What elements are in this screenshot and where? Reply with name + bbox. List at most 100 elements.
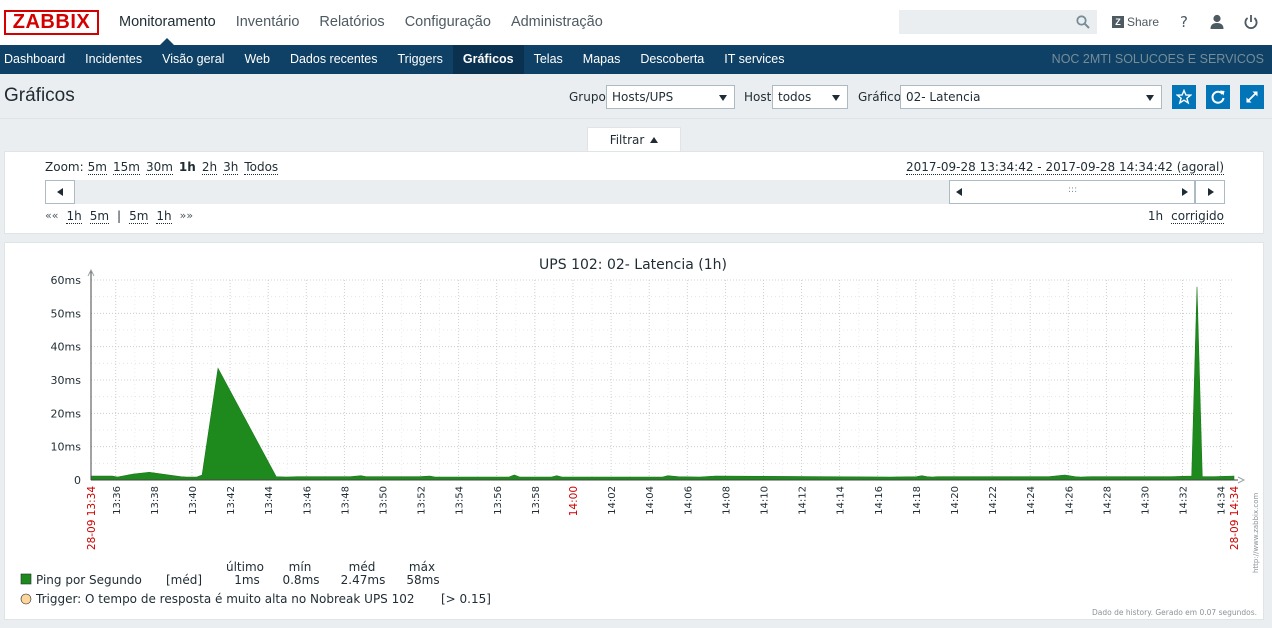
nav-back-1h[interactable]: 1h (66, 209, 82, 224)
y-tick-label: 60ms (51, 274, 82, 287)
arrow-left-icon[interactable] (956, 188, 962, 196)
zoom-3h[interactable]: 3h (223, 160, 239, 175)
x-tick-label: 14:12 (798, 486, 809, 515)
x-tick-label: 14:14 (836, 486, 847, 515)
subnav-descoberta[interactable]: Descoberta (630, 45, 714, 74)
server-name: NOC 2MTI SOLUCOES E SERVICOS (1051, 52, 1264, 66)
x-tick-label: 13:36 (112, 486, 123, 515)
share-button[interactable]: Z Share (1112, 14, 1159, 30)
chevron-down-icon (832, 95, 840, 101)
fixed-period-toggle[interactable]: corrigido (1171, 209, 1224, 224)
nav-configuracao[interactable]: Configuração (395, 0, 501, 45)
subnav-graficos[interactable]: Gráficos (452, 45, 524, 74)
arrow-right-icon[interactable] (1182, 188, 1188, 196)
user-profile-icon[interactable] (1208, 13, 1226, 31)
series-swatch (20, 573, 32, 585)
filter-tab-label: Filtrar (609, 133, 645, 147)
fixed-period-value: 1h (1147, 209, 1164, 223)
x-tick-label: 14:30 (1140, 486, 1151, 515)
grip-handle-icon[interactable]: ::: (1068, 185, 1077, 195)
time-filter-panel: Zoom: 5m 15m 30m 1h 2h 3h Todos 2017-09-… (4, 151, 1264, 234)
timeline-scroll-thumb[interactable]: ::: (949, 180, 1195, 204)
zabbix-logo[interactable]: ZABBIX (4, 10, 99, 35)
fullscreen-button[interactable] (1240, 85, 1264, 109)
x-axis-arrow-icon (1237, 476, 1246, 484)
x-tick-label: 14:22 (988, 486, 999, 515)
x-tick-label: 28-09 13:34 (86, 486, 98, 550)
subnav-telas[interactable]: Telas (524, 45, 573, 74)
legend-value-med: 2.47ms (341, 573, 386, 587)
subnav-dados-recentes[interactable]: Dados recentes (280, 45, 388, 74)
nav-back-5m[interactable]: 5m (89, 209, 110, 224)
refresh-button[interactable] (1206, 85, 1230, 109)
star-icon (1176, 89, 1192, 105)
x-tick-label: 14:28 (1102, 486, 1113, 515)
subnav-incidentes[interactable]: Incidentes (75, 45, 152, 74)
legend-value-ultimo: 1ms (234, 573, 260, 587)
trigger-swatch (20, 593, 32, 605)
graph-panel: UPS 102: 02- Latencia (1h) 60ms 50ms 40ms 3… (4, 242, 1264, 620)
zoom-1h[interactable]: 1h (179, 160, 196, 175)
chevron-down-icon (719, 95, 727, 101)
nav-relatorios[interactable]: Relatórios (309, 0, 394, 45)
search-input[interactable] (900, 11, 1070, 33)
favorite-button[interactable] (1172, 85, 1196, 109)
nav-inventario[interactable]: Inventário (226, 0, 310, 45)
search-icon[interactable] (1076, 15, 1090, 29)
series-area-ping-por-segundo (90, 286, 1235, 481)
nav-monitoramento[interactable]: Monitoramento (109, 0, 226, 45)
trigger-threshold: [> 0.15] (441, 592, 491, 606)
subnav-mapas[interactable]: Mapas (573, 45, 631, 74)
legend-value-max: 58ms (406, 573, 439, 587)
timeline-scrollbar[interactable]: ::: (45, 180, 1225, 204)
scroll-left-button[interactable] (45, 180, 75, 204)
nav-separator: | (117, 209, 122, 223)
subnav-web[interactable]: Web (234, 45, 279, 74)
scroll-right-button[interactable] (1195, 180, 1225, 204)
nav-fwd-symbol: »» (179, 209, 194, 222)
host-select-value: todos (778, 90, 812, 104)
x-tick-label: 13:38 (150, 486, 161, 515)
page-title: Gráficos (4, 85, 75, 106)
zoom-15m[interactable]: 15m (112, 160, 140, 175)
group-select[interactable]: Hosts/UPS (606, 85, 735, 109)
divider (0, 118, 1272, 119)
zoom-5m[interactable]: 5m (87, 160, 107, 175)
fixed-period: 1h corrigido (1148, 209, 1224, 224)
x-tick-label: 13:54 (455, 486, 466, 515)
subnav-dashboard[interactable]: Dashboard (0, 45, 75, 74)
y-tick-label: 20ms (51, 407, 82, 420)
subnav-triggers[interactable]: Triggers (388, 45, 453, 74)
x-tick-label: 13:40 (188, 486, 199, 515)
filter-toggle-tab[interactable]: Filtrar (587, 127, 681, 152)
x-tick-label: 14:10 (759, 486, 770, 515)
nav-fwd-5m[interactable]: 5m (129, 209, 149, 224)
x-tick-label: 13:44 (264, 486, 275, 515)
chevron-up-icon (650, 137, 659, 143)
zoom-todos[interactable]: Todos (244, 160, 279, 175)
y-tick-label: 10ms (51, 441, 82, 454)
zoom-30m[interactable]: 30m (145, 160, 173, 175)
subnav-visao-geral[interactable]: Visão geral (152, 45, 234, 74)
main-nav: Monitoramento Inventário Relatórios Conf… (109, 0, 613, 45)
period-range-text[interactable]: 2017-09-28 13:34:42 - 2017-09-28 14:34:4… (906, 160, 1224, 175)
trigger-description: Trigger: O tempo de resposta é muito alt… (35, 592, 415, 606)
help-icon[interactable]: ? (1175, 13, 1193, 31)
x-tick-label: 13:48 (340, 486, 351, 515)
logout-power-icon[interactable] (1242, 13, 1260, 31)
x-tick-label: 14:00 (568, 486, 580, 516)
zoom-2h[interactable]: 2h (201, 160, 218, 175)
graph-select[interactable]: 02- Latencia (900, 85, 1162, 109)
x-tick-label: 28-09 14:34 (1229, 486, 1241, 550)
x-tick-label: 14:08 (721, 486, 732, 515)
host-select[interactable]: todos (772, 85, 848, 109)
nav-fwd-1h[interactable]: 1h (156, 209, 172, 224)
x-tick-label: 13:50 (378, 486, 389, 515)
group-label: Grupo (569, 90, 606, 104)
x-tick-label: 13:56 (493, 486, 504, 515)
y-tick-label: 0 (74, 474, 81, 487)
y-tick-label: 50ms (51, 307, 82, 320)
nav-administracao[interactable]: Administração (501, 0, 613, 45)
x-tick-label: 14:18 (912, 486, 923, 515)
subnav-it-services[interactable]: IT services (714, 45, 794, 74)
